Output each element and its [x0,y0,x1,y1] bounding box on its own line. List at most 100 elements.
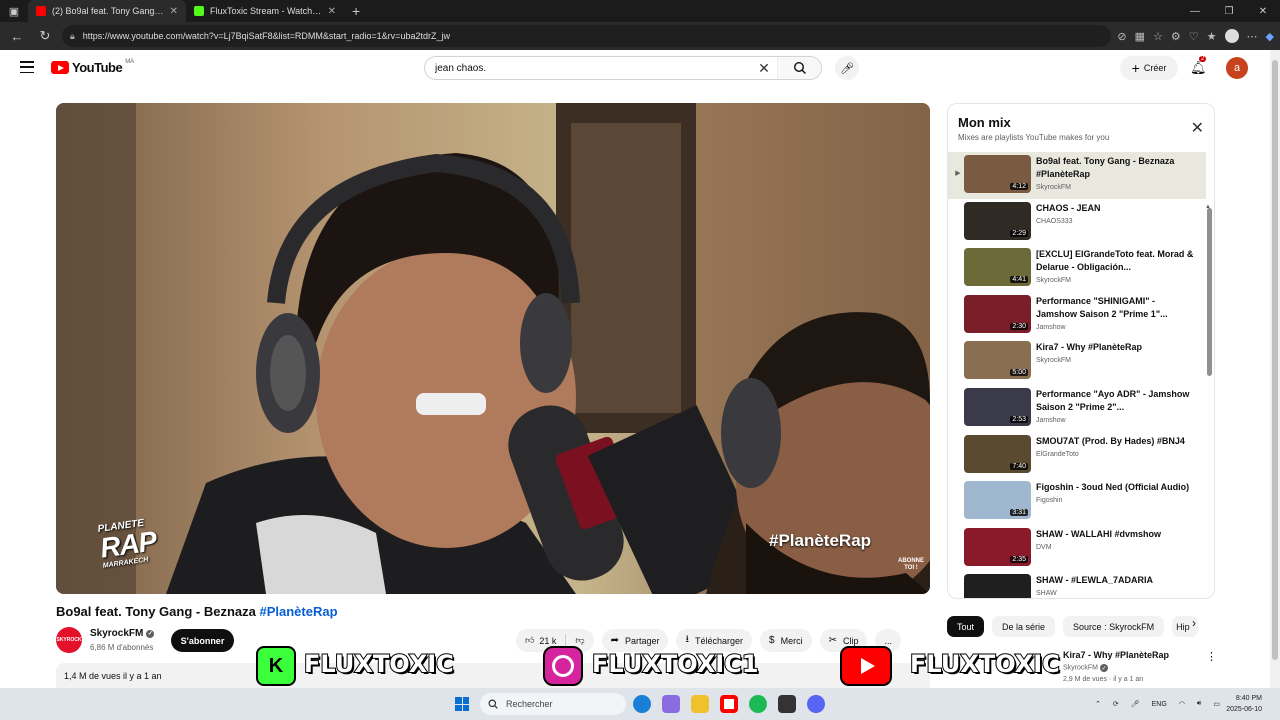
mix-item-thumbnail[interactable]: 2:53 [964,387,1031,426]
spotify-icon[interactable] [749,695,767,713]
related-chips: Tout De la série Source : SkyrockFM Hip [947,616,1199,637]
mix-item-title[interactable]: Performance "SHINIGAMI" - Jamshow Saison… [1036,295,1196,321]
page-scrollbar[interactable] [1270,50,1280,688]
more-options-icon[interactable]: ⋯ [1247,30,1258,43]
instagram-logo-icon [543,646,583,686]
browser-tab-youtube[interactable]: (2) Bo9al feat. Tony Gang - B ✕ [28,0,186,22]
planete-rap-logo: PLANETE RAP MARRAKECH [97,517,159,570]
mix-item-title[interactable]: Kira7 - Why #PlanèteRap [1036,341,1196,354]
youtube-logo[interactable]: YouTube MA [51,59,134,75]
youtube-app-icon[interactable] [720,695,738,713]
mix-item[interactable]: 2:35 SHAW - WALLAHI #dvmshow DVM [948,525,1206,572]
drag-handle-icon [952,481,964,495]
restore-icon[interactable]: ❐ [1212,6,1246,17]
volume-icon[interactable]: 🔊︎ [1197,700,1201,708]
clear-search-icon[interactable]: ✕ [751,60,777,77]
video-title: Bo9al feat. Tony Gang - Beznaza #Planète… [56,604,338,619]
edge-icon[interactable] [633,695,651,713]
voice-search-button[interactable]: 🎤︎ [835,56,859,80]
url-field[interactable]: 🔒︎ https://www.youtube.com/watch?v=Lj7Bq… [62,25,1112,47]
extensions-icon[interactable]: ⚙ [1171,30,1181,43]
mix-item[interactable]: 2:53 Performance "Ayo ADR" - Jamshow Sais… [948,385,1206,432]
close-tab-icon[interactable]: ✕ [170,6,178,17]
mix-item[interactable]: 7:40 SMOU7AT (Prod. By Hades) #BNJ4 ElGran… [948,432,1206,479]
battery-icon[interactable]: ▭ [1213,700,1220,708]
duration-badge: 4:12 [1010,183,1028,190]
mix-item-thumbnail[interactable]: 3:31 [964,481,1031,520]
channel-name[interactable]: SkyrockFM ✓ [90,628,155,639]
close-window-icon[interactable]: ✕ [1246,6,1280,17]
split-screen-icon[interactable]: ▦ [1135,30,1145,43]
mix-item-channel: Jamshow [1036,416,1066,424]
copilot-icon[interactable]: ◆ [1266,30,1274,43]
video-player[interactable]: PLANETE RAP MARRAKECH #PlanèteRap ABONNE… [56,103,930,594]
minimize-icon[interactable]: — [1178,6,1212,17]
mix-item[interactable]: 2:46 SHAW - #LEWLA_7ADARIA SHAW [948,571,1206,598]
mix-item-title[interactable]: SHAW - #LEWLA_7ADARIA [1036,574,1196,587]
create-button[interactable]: + Créer [1120,56,1178,80]
windows-start-icon[interactable] [455,697,469,711]
instagram-handle: FLUXTOXIC1 [591,649,759,679]
account-avatar[interactable]: a [1226,57,1248,79]
mix-item[interactable]: 2:29 CHAOS - JEAN CHAOS333 [948,199,1206,246]
chip-source[interactable]: Source : SkyrockFM [1063,616,1165,637]
sync-icon[interactable]: ⟳ [1113,700,1119,708]
mix-item-title[interactable]: Bo9al feat. Tony Gang - Beznaza #Planète… [1036,155,1196,181]
mix-item-title[interactable]: SMOU7AT (Prod. By Hades) #BNJ4 [1036,435,1196,448]
taskbar-clock[interactable]: 8:40 PM 2025-06-10 [1222,693,1262,715]
search-button[interactable] [777,57,821,79]
chip-series[interactable]: De la série [992,616,1056,637]
profile-avatar[interactable] [1224,29,1239,43]
copilot-icon[interactable] [662,695,680,713]
wifi-icon[interactable]: ◠ [1179,700,1185,708]
abonne-overlay: ABONNE TOI ! [898,558,924,571]
mix-item-title[interactable]: SHAW - WALLAHI #dvmshow [1036,528,1196,541]
mix-item-title[interactable]: [EXCLU] ElGrandeToto feat. Morad & Delar… [1036,248,1196,274]
app-icon[interactable]: ⊘ [1117,30,1126,43]
mix-item-title[interactable]: Figoshin - 3oud Ned (Official Audio) [1036,481,1196,494]
notifications-button[interactable]: 🔔︎ 2 [1190,56,1207,76]
mix-item[interactable]: 4:41 [EXCLU] ElGrandeToto feat. Morad & D… [948,245,1206,292]
mix-item-thumbnail[interactable]: 7:40 [964,434,1031,473]
language-indicator[interactable]: ENG [1152,701,1167,708]
mic-icon[interactable]: 🎤︎ [1131,700,1140,708]
browser-tab-fluxtoxic[interactable]: FluxToxic Stream - Watch Live on ✕ [186,0,344,22]
refresh-icon[interactable]: ↻ [34,25,56,47]
new-tab-icon[interactable]: + [344,3,368,19]
mix-item-thumbnail[interactable]: 2:30 [964,294,1031,333]
favorite-star-icon[interactable]: ☆ [1153,30,1163,43]
back-icon[interactable]: ← [6,25,28,47]
file-explorer-icon[interactable] [691,695,709,713]
browser-essentials-icon[interactable]: ♡ [1189,30,1199,43]
mix-item-thumbnail[interactable]: 5:00 [964,341,1031,380]
mix-item-title[interactable]: Performance "Ayo ADR" - Jamshow Saison 2… [1036,388,1196,414]
discord-icon[interactable] [807,695,825,713]
chip-all[interactable]: Tout [947,616,985,637]
drag-handle-icon [952,574,964,588]
mix-item[interactable]: 2:30 Performance "SHINIGAMI" - Jamshow Sa… [948,292,1206,339]
mix-item-thumbnail[interactable]: 4:12 [964,155,1031,193]
taskbar-search[interactable]: Rechercher [480,693,626,715]
mix-item[interactable]: 5:00 Kira7 - Why #PlanèteRap SkyrockFM [948,338,1206,385]
mix-item-thumbnail[interactable]: 2:29 [964,201,1031,240]
address-bar-row: ← ↻ 🔒︎ https://www.youtube.com/watch?v=L… [0,22,1280,50]
chevron-right-icon[interactable]: › [1192,616,1196,630]
scrollbar-thumb[interactable] [1272,60,1278,660]
video-title-hashtag[interactable]: #PlanèteRap [259,604,337,619]
close-tab-icon[interactable]: ✕ [328,6,336,17]
tab-actions-icon[interactable]: ▣ [0,0,28,22]
collections-icon[interactable]: ★ [1207,30,1217,43]
youtube-logo-icon [840,646,892,686]
mix-item[interactable]: ▶ 4:12 Bo9al feat. Tony Gang - Beznaza #Pl… [948,152,1206,199]
search-input[interactable] [425,62,751,74]
mix-item-thumbnail[interactable]: 2:46 [964,574,1031,598]
mix-item-thumbnail[interactable]: 4:41 [964,248,1031,287]
mix-scrollbar[interactable] [1207,208,1212,376]
mix-item-thumbnail[interactable]: 2:35 [964,527,1031,566]
menu-icon[interactable] [20,60,34,74]
app-icon[interactable] [778,695,796,713]
chevron-up-icon[interactable]: ⌃ [1095,700,1101,708]
close-icon[interactable]: ✕ [1191,118,1204,138]
mix-item[interactable]: 3:31 Figoshin - 3oud Ned (Official Audio)… [948,478,1206,525]
mix-item-title[interactable]: CHAOS - JEAN [1036,202,1196,215]
